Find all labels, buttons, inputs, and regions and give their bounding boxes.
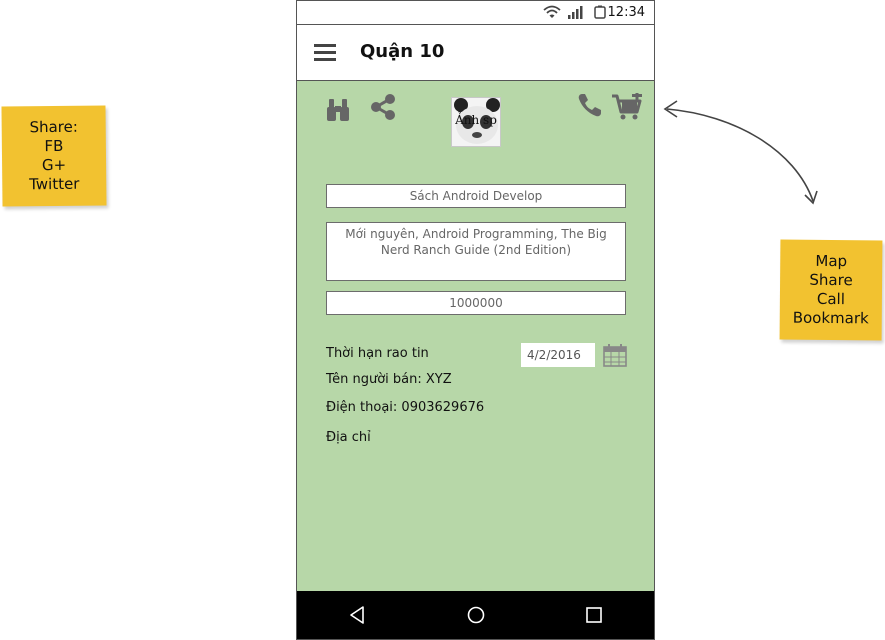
share-annotation-note: Share: FB G+ Twitter bbox=[1, 105, 107, 207]
binoculars-icon[interactable] bbox=[325, 97, 351, 123]
note-line: FB bbox=[44, 136, 64, 156]
note-line: G+ bbox=[41, 155, 67, 175]
expiry-label: Thời hạn rao tin bbox=[326, 346, 429, 361]
note-line: Share bbox=[809, 270, 853, 290]
wifi-icon bbox=[543, 5, 561, 18]
recent-apps-icon[interactable] bbox=[585, 606, 603, 624]
product-price-field[interactable]: 1000000 bbox=[326, 291, 626, 315]
annotation-arrow bbox=[663, 100, 818, 205]
calendar-icon[interactable] bbox=[603, 343, 627, 367]
seller-name: Tên người bán: XYZ bbox=[326, 372, 452, 387]
address-label: Địa chỉ bbox=[326, 430, 371, 445]
back-icon[interactable] bbox=[348, 605, 366, 625]
phone-frame: 12:34 Quận 10 Ảnh sp Sách Android Develo… bbox=[296, 0, 655, 640]
status-bar: 12:34 bbox=[297, 1, 654, 25]
home-icon[interactable] bbox=[467, 606, 485, 624]
expiry-date-input[interactable]: 4/2/2016 bbox=[521, 343, 595, 367]
product-description-field[interactable]: Mới nguyên, Android Programming, The Big… bbox=[326, 222, 626, 281]
product-image[interactable]: Ảnh sp bbox=[451, 97, 501, 147]
phone-icon[interactable] bbox=[577, 92, 603, 118]
note-line: Bookmark bbox=[792, 308, 869, 328]
note-line: Map bbox=[815, 251, 848, 271]
product-title-field[interactable]: Sách Android Develop bbox=[326, 184, 626, 208]
status-time: 12:34 bbox=[607, 5, 645, 20]
product-detail-content: Ảnh sp Sách Android Develop Mới nguyên, … bbox=[297, 81, 654, 593]
signal-icon bbox=[568, 6, 583, 19]
hamburger-menu-icon[interactable] bbox=[314, 43, 336, 61]
battery-icon bbox=[594, 5, 606, 19]
android-nav-bar bbox=[297, 591, 654, 639]
seller-phone: Điện thoại: 0903629676 bbox=[326, 400, 485, 415]
note-line: Call bbox=[816, 289, 845, 309]
app-bar: Quận 10 bbox=[297, 25, 654, 81]
note-line: Twitter bbox=[29, 174, 80, 194]
note-line: Share: bbox=[29, 117, 78, 137]
page-title: Quận 10 bbox=[360, 41, 445, 62]
actions-annotation-note: Map Share Call Bookmark bbox=[779, 239, 883, 341]
add-to-cart-icon[interactable] bbox=[611, 93, 643, 121]
product-image-label: Ảnh sp bbox=[455, 113, 497, 127]
share-icon[interactable] bbox=[369, 93, 397, 121]
